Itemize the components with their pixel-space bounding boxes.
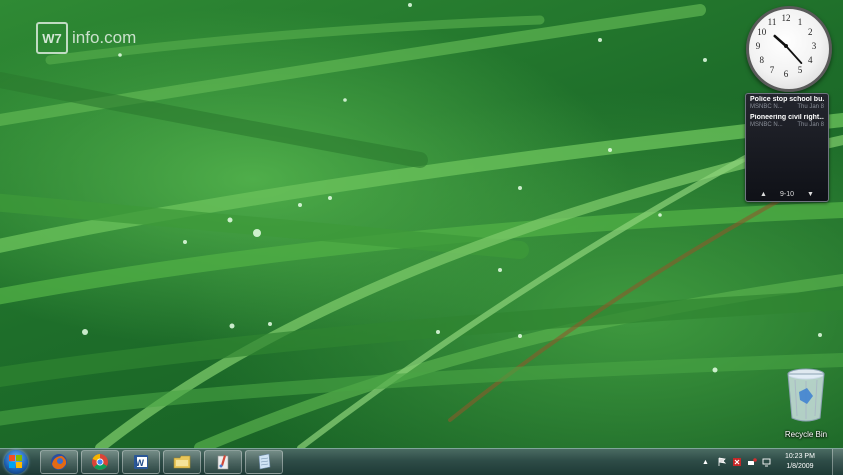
show-hidden-icons-arrow-icon[interactable]: ▲ [702,459,709,466]
w7-logo-box: W7 [36,22,68,54]
clock-numeral: 4 [808,55,813,65]
chrome-icon [92,453,108,470]
news-feed-gadget[interactable]: Police stop school bu... MSNBC N... Thu … [745,93,829,202]
recycle-bin-icon [787,368,825,422]
news-headline[interactable]: Police stop school bu... [750,96,824,103]
clock-numeral: 11 [768,17,777,27]
folder-icon [173,455,191,469]
taskbar-notepad-button[interactable] [245,450,283,474]
previous-arrow-icon[interactable]: ▲ [760,191,767,198]
taskbar-firefox-button[interactable] [40,450,78,474]
page-range: 9-10 [779,191,794,198]
news-item[interactable]: Pioneering civil right... MSNBC N... Thu… [746,112,828,130]
system-time: 10:23 PM [784,453,815,460]
watermark-logo: W7 info.com [36,22,136,54]
news-source: MSNBC N... [750,122,783,128]
word-icon: W [134,455,148,469]
taskbar-chrome-button[interactable] [81,450,119,474]
taskbar-paint-button[interactable] [204,450,242,474]
start-button[interactable] [4,450,28,474]
action-center-flag-icon[interactable] [717,457,727,467]
clock-numeral: 7 [770,65,775,75]
antivirus-shield-icon[interactable] [732,457,742,467]
taskbar-explorer-button[interactable] [163,450,201,474]
clock-gadget[interactable]: 12 1 2 3 4 5 6 7 8 9 10 11 [746,6,832,92]
system-clock[interactable]: 10:23 PM 1/8/2009 [779,452,821,472]
clock-center-pin [784,44,788,48]
news-headline[interactable]: Pioneering civil right... [750,114,824,121]
show-desktop-button[interactable] [832,449,843,475]
clock-numeral: 3 [812,41,817,51]
grass-wallpaper [0,3,843,448]
clock-numeral: 1 [798,17,803,27]
clock-face: 12 12 3 45678 9 1011 [756,13,817,79]
document-icon [258,453,271,470]
news-pager: ▲ 9-10 ▼ [760,191,814,198]
clock-numeral: 2 [808,27,813,37]
clock-hour-hand [773,34,788,48]
windows-logo-icon [9,455,22,468]
clock-numeral: 10 [757,27,767,37]
news-source: MSNBC N... [750,104,783,110]
network-icon[interactable] [747,457,757,467]
desktop-wallpaper: W7 info.com 12 1 2 3 4 5 6 7 8 9 10 11 Police stop … [0,0,843,448]
news-date: Thu Jan 8 [797,104,824,110]
svg-text:W: W [136,458,145,468]
clock-numeral: 9 [756,41,761,51]
recycle-bin-label: Recycle Bin [784,430,828,439]
news-item[interactable]: Police stop school bu... MSNBC N... Thu … [746,94,828,112]
clock-numeral: 12 [782,13,791,23]
clock-minute-hand [785,45,803,64]
news-date: Thu Jan 8 [797,122,824,128]
taskbar: W ▲ 10:23 PM 1/8/2009 [0,448,843,475]
clock-numeral: 5 [798,65,803,75]
taskbar-word-button[interactable]: W [122,450,160,474]
firefox-icon [51,454,67,470]
volume-icon[interactable] [762,457,772,467]
next-arrow-icon[interactable]: ▼ [807,191,814,198]
notification-area: ▲ 10:23 PM 1/8/2009 [702,449,821,475]
system-date: 1/8/2009 [786,463,814,470]
watermark-text: info.com [72,28,137,47]
clock-numeral: 8 [760,55,765,65]
recycle-bin-shortcut[interactable]: Recycle Bin [776,366,836,439]
clock-numeral: 6 [784,69,789,79]
paint-icon [217,455,229,470]
